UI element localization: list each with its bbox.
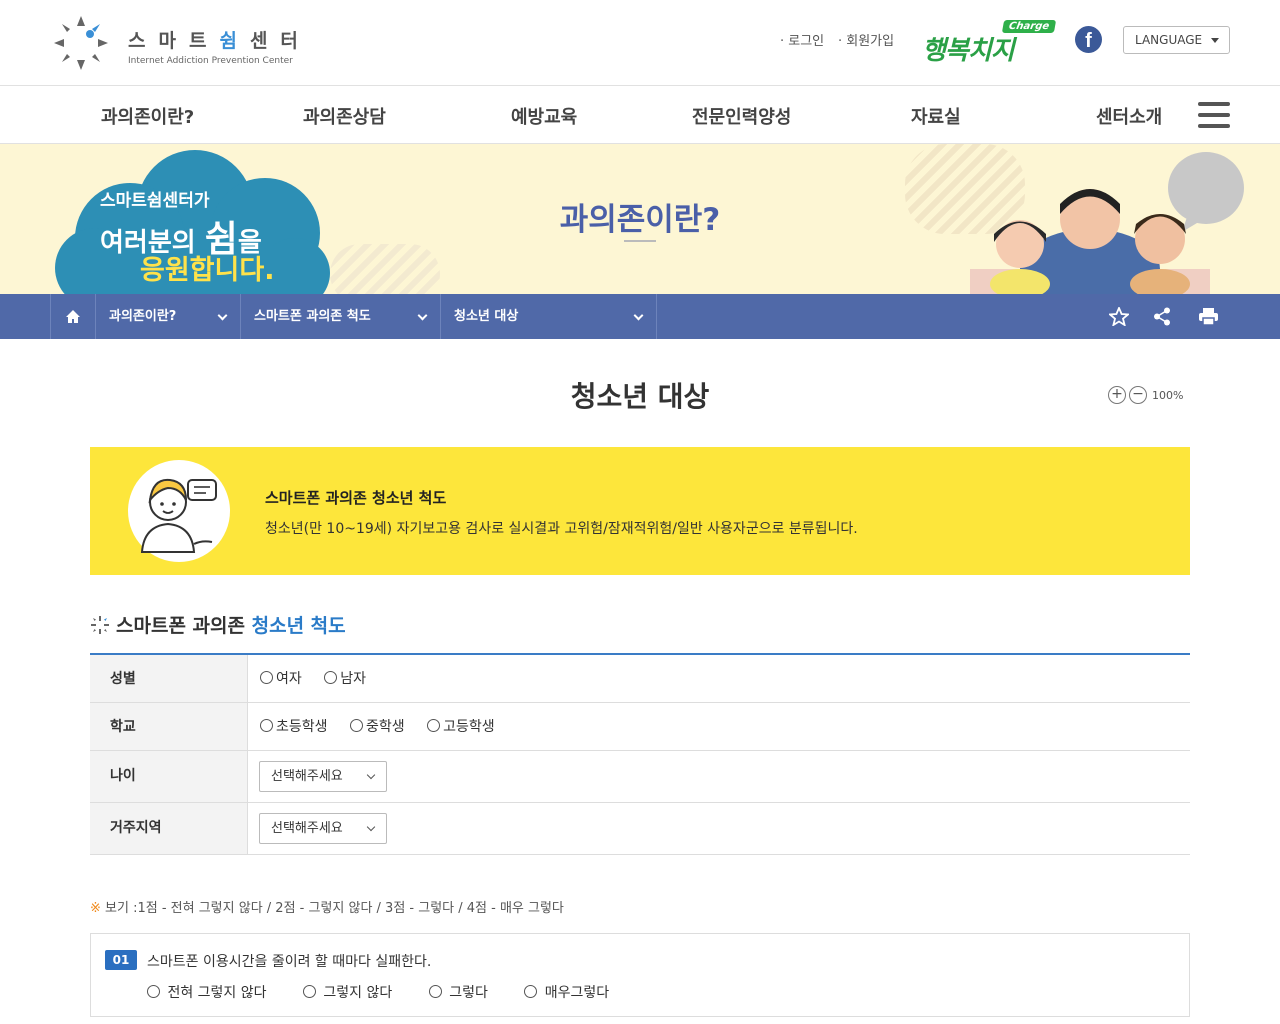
answer-option-3-radio[interactable]: 그렇다 bbox=[428, 982, 488, 1002]
family-photo bbox=[970, 189, 1210, 294]
burst-bullet-icon bbox=[91, 616, 109, 634]
caret-down-icon bbox=[1211, 38, 1219, 43]
login-link[interactable]: · 로그인 bbox=[780, 30, 824, 49]
question-item: 01 스마트폰 이용시간을 줄이려 할 때마다 실패한다. 전혀 그렇지 않다 … bbox=[90, 933, 1190, 1017]
chevron-down-icon bbox=[633, 310, 644, 321]
answer-option-2-radio[interactable]: 그렇지 않다 bbox=[302, 982, 392, 1002]
breadcrumb-depth1-label: 과의존이란? bbox=[109, 309, 177, 324]
counselor-avatar bbox=[128, 460, 230, 562]
share-icon[interactable] bbox=[1153, 307, 1171, 326]
logo-burst-icon bbox=[54, 16, 108, 70]
zoom-in-button[interactable]: + bbox=[1108, 386, 1126, 404]
menu-icon[interactable] bbox=[1198, 102, 1230, 128]
zoom-value: 100% bbox=[1152, 388, 1184, 402]
logo-title: 스마트쉼센터 bbox=[128, 30, 311, 52]
school-elementary-radio[interactable]: 초등학생 bbox=[260, 703, 328, 751]
breadcrumb-depth2-label: 스마트폰 과의존 척도 bbox=[254, 309, 371, 324]
site-logo[interactable]: 스마트쉼센터 Internet Addiction Prevention Cen… bbox=[50, 12, 298, 76]
answer-radio-group: 전혀 그렇지 않다 그렇지 않다 그렇다 매우그렇다 bbox=[147, 982, 641, 1002]
intro-notice-box: 스마트폰 과의존 청소년 척도 청소년(만 10~19세) 자기보고용 검사로 … bbox=[90, 447, 1190, 575]
logo-subtitle: Internet Addiction Prevention Center bbox=[128, 56, 293, 66]
breadcrumb-depth2[interactable]: 스마트폰 과의존 척도 bbox=[240, 294, 440, 339]
form-row-gender: 성별 여자 남자 bbox=[90, 655, 1190, 703]
gender-radio-group: 여자 남자 bbox=[260, 655, 384, 703]
school-high-radio[interactable]: 고등학생 bbox=[427, 703, 495, 751]
reference-mark-icon: ※ bbox=[90, 901, 101, 916]
gnb-item-counseling[interactable]: 과의존상담 bbox=[303, 103, 386, 129]
page-title: 청소년 대상 bbox=[570, 380, 710, 413]
gnb-item-professional-training[interactable]: 전문인력양성 bbox=[692, 103, 791, 129]
happy-charge-title: 행복치지 bbox=[922, 36, 1015, 66]
counselor-icon bbox=[140, 478, 217, 553]
breadcrumb-depth3[interactable]: 청소년 대상 bbox=[440, 294, 657, 339]
gender-label: 성별 bbox=[90, 655, 248, 702]
gnb-item-center-intro[interactable]: 센터소개 bbox=[1096, 103, 1162, 129]
gnb-item-resources[interactable]: 자료실 bbox=[911, 103, 961, 129]
cloud-text-line3: 응원합니다. bbox=[140, 255, 275, 286]
sub-visual-banner: 스마트쉼센터가 여러분의 쉼을 응원합니다. 과의존이란? bbox=[0, 144, 1280, 294]
language-select[interactable]: LANGUAGE bbox=[1123, 26, 1230, 54]
print-icon[interactable] bbox=[1199, 308, 1218, 325]
question-text: 스마트폰 이용시간을 줄이려 할 때마다 실패한다. bbox=[147, 954, 432, 970]
notice-description: 청소년(만 10~19세) 자기보고용 검사로 실시결과 고위험/잠재적위험/일… bbox=[265, 521, 858, 537]
age-select[interactable]: 선택해주세요 bbox=[259, 761, 387, 792]
location-bar: 과의존이란? 스마트폰 과의존 척도 청소년 대상 bbox=[0, 294, 1280, 339]
gnb-item-overdependence[interactable]: 과의존이란? bbox=[101, 103, 194, 129]
chevron-down-icon bbox=[217, 310, 228, 321]
zoom-control: + −100% bbox=[1108, 386, 1183, 406]
language-label: LANGUAGE bbox=[1135, 33, 1203, 47]
breadcrumb-depth3-label: 청소년 대상 bbox=[454, 309, 519, 324]
region-select[interactable]: 선택해주세요 bbox=[259, 813, 387, 844]
section-title: 스마트폰 과의존 청소년 척도 bbox=[90, 611, 346, 638]
form-row-age: 나이 선택해주세요 bbox=[90, 751, 1190, 803]
home-icon bbox=[66, 310, 80, 323]
star-icon[interactable] bbox=[1109, 307, 1129, 326]
breadcrumb-depth1[interactable]: 과의존이란? bbox=[95, 294, 240, 339]
decorative-stripes bbox=[330, 244, 440, 294]
form-row-region: 거주지역 선택해주세요 bbox=[90, 803, 1190, 855]
happy-charge-banner[interactable]: Charge 행복치지 bbox=[922, 20, 1057, 68]
school-label: 학교 bbox=[90, 703, 248, 750]
question-number: 01 bbox=[105, 950, 137, 970]
score-legend: ※ 보기 :1점 - 전혀 그렇지 않다 / 2점 - 그렇지 않다 / 3점 … bbox=[90, 901, 564, 916]
zoom-out-button[interactable]: − bbox=[1129, 386, 1147, 404]
join-link[interactable]: · 회원가입 bbox=[838, 30, 894, 49]
chevron-down-icon bbox=[366, 770, 376, 780]
chevron-down-icon bbox=[417, 310, 428, 321]
age-label: 나이 bbox=[90, 751, 248, 802]
chevron-down-icon bbox=[366, 822, 376, 832]
gender-female-radio[interactable]: 여자 bbox=[260, 655, 302, 703]
notice-title: 스마트폰 과의존 청소년 척도 bbox=[265, 489, 447, 507]
respondent-info-table: 성별 여자 남자 학교 초등학생 중학생 고등학생 나이 선택해주세요 거주지역… bbox=[90, 653, 1190, 855]
site-header: 스마트쉼센터 Internet Addiction Prevention Cen… bbox=[0, 0, 1280, 86]
school-radio-group: 초등학생 중학생 고등학생 bbox=[260, 703, 513, 751]
gnb-item-prevention-education[interactable]: 예방교육 bbox=[511, 103, 577, 129]
home-button[interactable] bbox=[50, 294, 95, 339]
answer-option-4-radio[interactable]: 매우그렇다 bbox=[524, 982, 609, 1002]
form-row-school: 학교 초등학생 중학생 고등학생 bbox=[90, 703, 1190, 751]
facebook-icon[interactable]: f bbox=[1075, 26, 1102, 53]
answer-option-1-radio[interactable]: 전혀 그렇지 않다 bbox=[147, 982, 267, 1002]
gender-male-radio[interactable]: 남자 bbox=[324, 655, 366, 703]
school-middle-radio[interactable]: 중학생 bbox=[349, 703, 405, 751]
title-underline bbox=[624, 240, 656, 242]
main-navigation: 과의존이란? 과의존상담 예방교육 전문인력양성 자료실 센터소개 bbox=[0, 86, 1280, 144]
region-label: 거주지역 bbox=[90, 803, 248, 854]
